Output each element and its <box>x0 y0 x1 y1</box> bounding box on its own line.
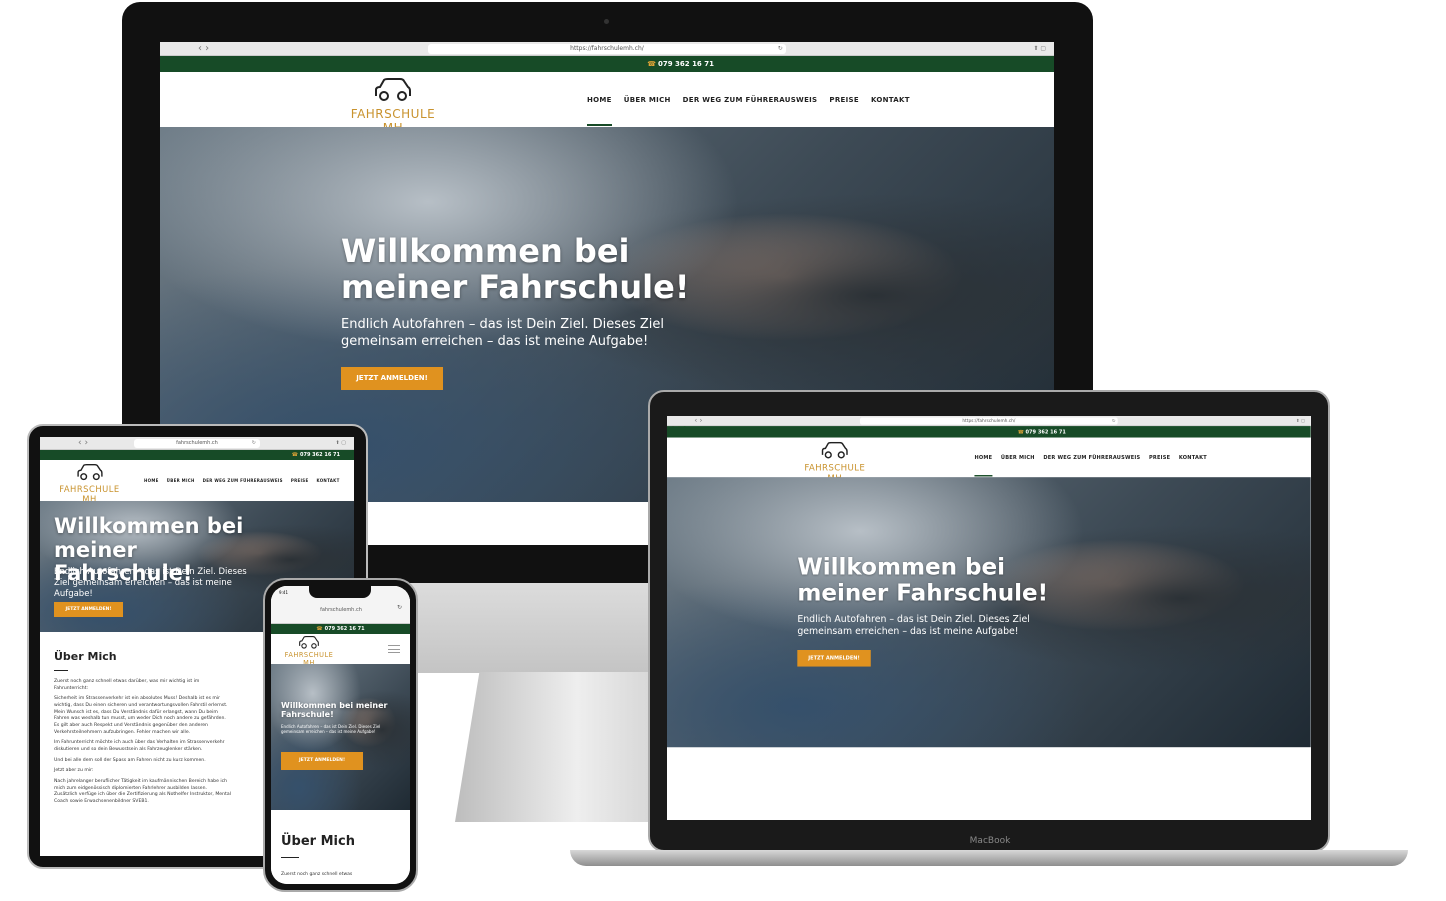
nav-link-kontakt[interactable]: KONTAKT <box>1179 455 1207 461</box>
nav-link-der-weg[interactable]: DER WEG ZUM FÜHRERAUSWEIS <box>1043 455 1140 461</box>
share-icon[interactable]: ⬆ ▢ <box>1296 416 1305 426</box>
top-contact-bar: ☎079 362 16 71 <box>40 450 354 460</box>
phone-screen: 9:41 fahrschulemh.ch ↻ ☎ 079 362 16 71 FAHRSC… <box>271 586 410 884</box>
about-paragraph: Zuerst noch ganz schnell etwas darüber, … <box>54 679 200 691</box>
share-icon[interactable]: ⬆ ▢ <box>335 437 346 450</box>
cta-button[interactable]: JETZT ANMELDEN! <box>54 602 123 617</box>
main-nav: HOME ÜBER MICH DER WEG ZUM FÜHRERAUSWEIS PR… <box>974 438 1207 478</box>
browser-toolbar: ‹ › fahrschulemh.ch ↻ ⬆ ▢ <box>40 437 354 456</box>
hero-subtitle: Endlich Autofahren – das ist Dein Ziel. … <box>797 614 1030 637</box>
reload-icon[interactable]: ↻ <box>778 42 783 56</box>
site-header: FAHRSCHULE MHM. HUBER DIPL. FAHRLEHRERHO… <box>160 72 1054 140</box>
reload-icon[interactable]: ↻ <box>1112 416 1116 426</box>
hamburger-line <box>388 648 400 650</box>
title-divider <box>54 670 68 671</box>
hero-subtitle: Endlich Autofahren – das ist Dein Ziel. … <box>54 567 247 600</box>
phone-number[interactable]: 079 362 16 71 <box>300 452 340 458</box>
cta-button[interactable]: JETZT ANMELDEN! <box>341 367 443 390</box>
cta-button[interactable]: JETZT ANMELDEN! <box>281 752 363 770</box>
reload-icon[interactable]: ↻ <box>252 437 256 450</box>
site-header: FAHRSCHULE MHM. HUBER DIPL. FAHRLEHRER <box>271 634 410 670</box>
nav-link-ueber-mich[interactable]: ÜBER MICH <box>167 478 195 483</box>
top-contact-bar: ☎079 362 16 71 <box>667 426 1311 438</box>
top-contact-bar: ☎079 362 16 71 <box>271 624 410 634</box>
apple-logo-icon <box>586 598 632 652</box>
car-logo-icon <box>797 441 873 463</box>
about-paragraph: Nach jahrelanger beruflicher Tätigkeit i… <box>54 778 231 804</box>
phone-icon[interactable]: ☎ <box>316 626 322 632</box>
hero-title: Willkommen bei meiner Fahrschule! <box>281 701 388 719</box>
back-icon[interactable]: ‹ › <box>694 416 702 426</box>
laptop-base <box>570 850 1408 866</box>
nav-link-home[interactable]: HOME <box>587 74 612 126</box>
main-nav: HOME ÜBER MICH DER WEG ZUM FÜHRERAUSWEIS PR… <box>144 460 340 501</box>
car-logo-icon <box>340 78 446 107</box>
site-header: FAHRSCHULE MHM. HUBER DIPL. FAHRLEHRERHO… <box>40 460 354 508</box>
nav-link-preise[interactable]: PREISE <box>829 96 859 104</box>
address-bar[interactable]: https://fahrschulemh.ch/ <box>860 417 1118 425</box>
about-paragraph: Jetzt aber zu mir: <box>54 768 94 774</box>
nav-link-kontakt[interactable]: KONTAKT <box>317 478 340 483</box>
website-mobile: 9:41 fahrschulemh.ch ↻ ☎ 079 362 16 71 FAHRSC… <box>271 586 410 884</box>
browser-toolbar: ‹ › https://fahrschulemh.ch/↻ ⬆ ▢ <box>160 42 1054 61</box>
top-contact-bar: ☎079 362 16 71 <box>160 56 1054 72</box>
phone-icon[interactable]: ☎ <box>647 60 656 68</box>
address-bar[interactable]: fahrschulemh.ch <box>291 604 391 616</box>
nav-link-ueber-mich[interactable]: ÜBER MICH <box>1001 455 1035 461</box>
hero-title: Willkommen bei meiner Fahrschule! <box>341 232 690 306</box>
nav-link-kontakt[interactable]: KONTAKT <box>871 96 910 104</box>
browser-toolbar: ‹ › https://fahrschulemh.ch/↻ ⬆ ▢ <box>667 416 1311 430</box>
hero-subtitle: Endlich Autofahren – das ist Dein Ziel. … <box>281 724 381 735</box>
share-icon[interactable]: ⬆ ▢ <box>1033 42 1046 56</box>
nav-link-preise[interactable]: PREISE <box>1149 455 1170 461</box>
status-time: 9:41 <box>279 590 288 595</box>
phone-icon[interactable]: ☎ <box>1018 429 1024 435</box>
laptop-label: MacBook <box>969 836 1011 846</box>
hero-subtitle: Endlich Autofahren – das ist Dein Ziel. … <box>341 317 665 349</box>
about-section: Über Mich Zuerst noch ganz schnell etwas <box>271 810 410 879</box>
back-icon[interactable]: ‹ › <box>78 437 88 450</box>
camera <box>604 19 609 24</box>
browser-toolbar: fahrschulemh.ch ↻ <box>271 598 410 624</box>
main-nav: HOME ÜBER MICH DER WEG ZUM FÜHRERAUSWEIS PR… <box>587 72 910 127</box>
nav-link-der-weg[interactable]: DER WEG ZUM FÜHRERAUSWEIS <box>683 96 818 104</box>
about-paragraph: Und bei alle dem soll der Spass am Fahre… <box>54 757 206 763</box>
phone-number[interactable]: 079 362 16 71 <box>658 60 714 68</box>
about-title: Über Mich <box>54 650 117 663</box>
phone-number[interactable]: 079 362 16 71 <box>325 626 365 632</box>
nav-link-home[interactable]: HOME <box>974 439 993 477</box>
about-title: Über Mich <box>281 834 355 849</box>
about-paragraph: Zuerst noch ganz schnell etwas <box>281 872 353 877</box>
about-section: Über Mich Zuerst noch ganz schnell etwas … <box>40 632 245 806</box>
hero-section: Willkommen bei meiner Fahrschule! Endlich… <box>667 477 1311 748</box>
car-logo-icon <box>279 636 339 651</box>
about-paragraph: Im Fahrunterricht möchte ich auch über d… <box>54 740 225 752</box>
phone-icon[interactable]: ☎ <box>292 452 298 458</box>
cta-button[interactable]: JETZT ANMELDEN! <box>797 650 871 667</box>
nav-link-preise[interactable]: PREISE <box>291 478 309 483</box>
hero-section: Willkommen bei meiner Fahrschule! Endlich… <box>271 664 410 810</box>
hamburger-menu-icon[interactable] <box>388 645 400 653</box>
nav-link-der-weg[interactable]: DER WEG ZUM FÜHRERAUSWEIS <box>203 478 283 483</box>
about-paragraph: Sicherheit im Strassenverkehr ist ein ab… <box>54 696 228 735</box>
phone-notch <box>309 586 371 598</box>
reload-icon[interactable]: ↻ <box>397 604 402 611</box>
address-bar[interactable]: https://fahrschulemh.ch/ <box>428 44 786 54</box>
car-logo-icon <box>52 464 127 484</box>
hero-title: Willkommen bei meiner Fahrschule! <box>797 552 1049 606</box>
nav-link-ueber-mich[interactable]: ÜBER MICH <box>624 96 671 104</box>
site-header: FAHRSCHULE MHM. HUBER DIPL. FAHRLEHRERHO… <box>667 437 1311 487</box>
title-divider <box>281 857 299 858</box>
website: ‹ ›https://fahrschulemh.ch/↻⬆ ▢☎079 362 … <box>667 416 1311 820</box>
phone-number[interactable]: 079 362 16 71 <box>1026 429 1066 435</box>
back-icon[interactable]: ‹ › <box>198 42 209 56</box>
nav-link-home[interactable]: HOME <box>144 478 159 483</box>
address-bar[interactable]: fahrschulemh.ch <box>134 439 260 448</box>
laptop-screen: ‹ › https://fahrschulemh.ch/↻ ⬆ ▢ ☎079 362 … <box>667 416 1311 820</box>
